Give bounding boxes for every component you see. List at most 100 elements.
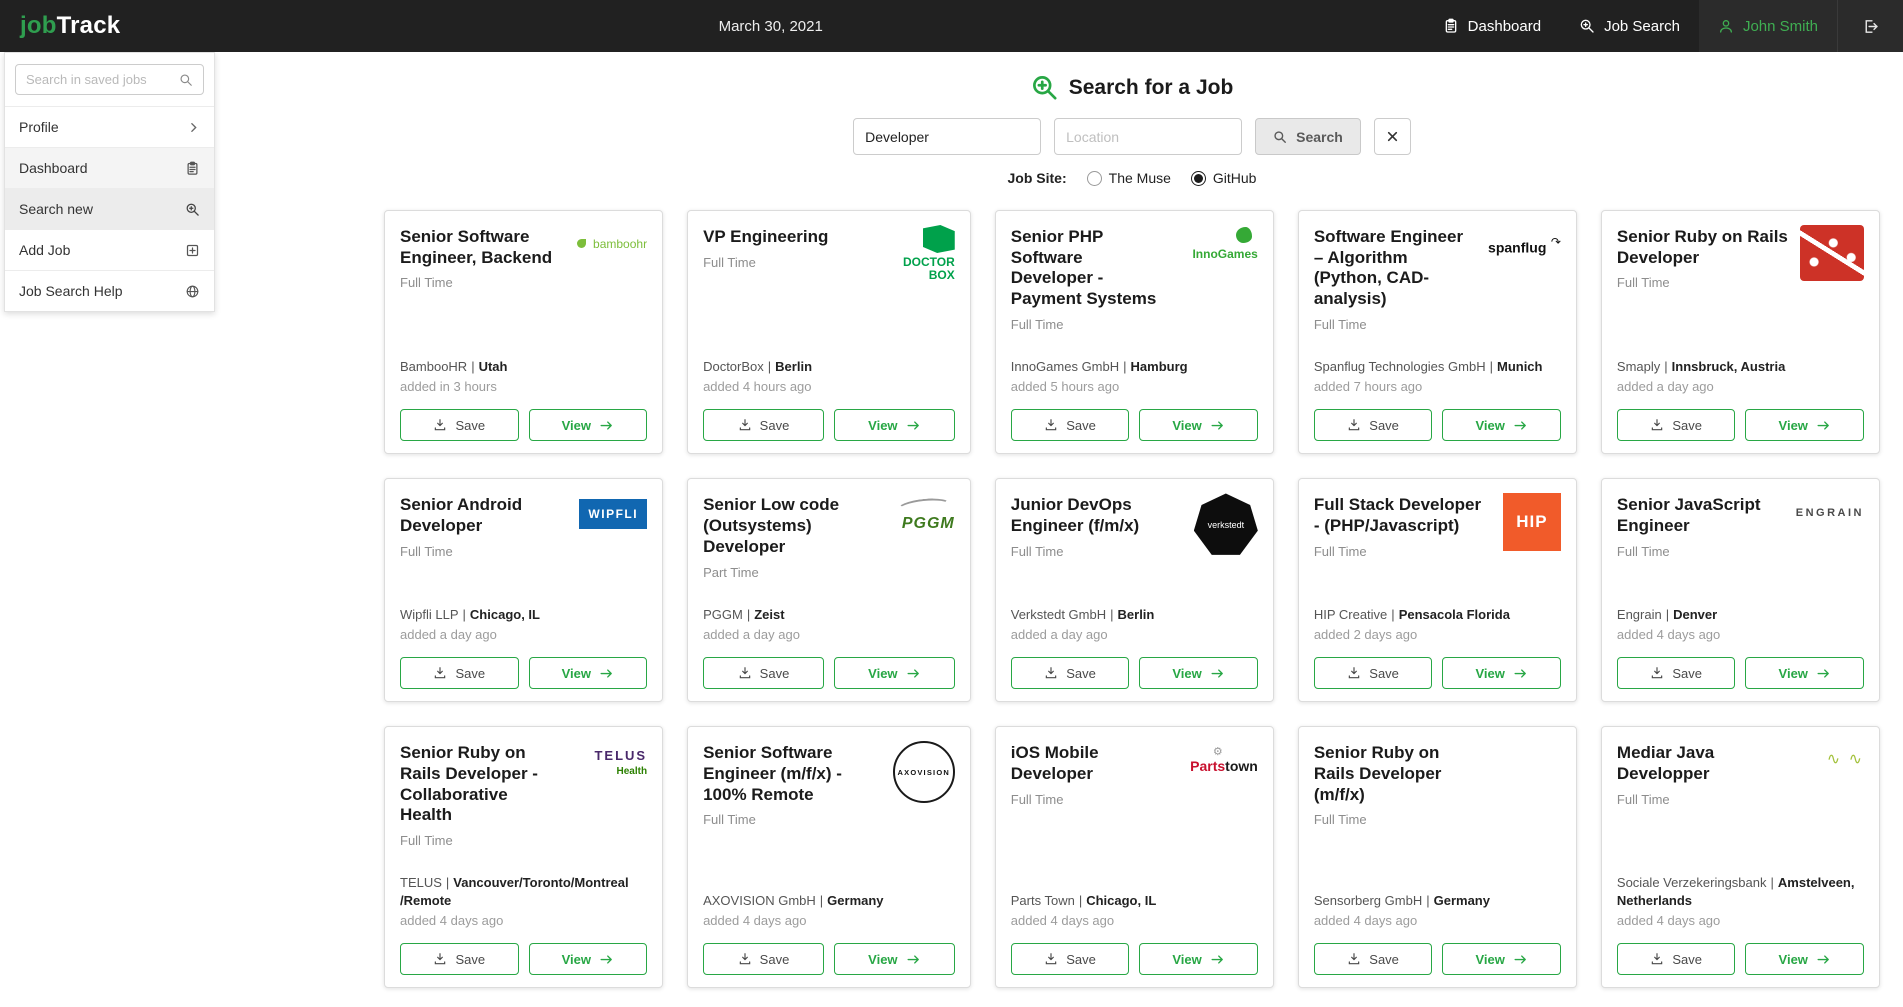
company-logo: verkstedt (1193, 493, 1258, 555)
nav-item-dashboard[interactable]: Dashboard (1424, 0, 1560, 52)
view-button[interactable]: View (1745, 943, 1864, 976)
search-plus-icon (1032, 76, 1057, 100)
job-type: Full Time (400, 543, 453, 559)
save-button[interactable]: Save (1313, 409, 1433, 442)
logout-button[interactable] (1837, 0, 1903, 52)
sidebar-item-label: Search new (19, 201, 93, 217)
save-button[interactable]: Save (1616, 409, 1736, 442)
save-button[interactable]: Save (400, 409, 519, 442)
keyword-input[interactable] (853, 118, 1042, 155)
view-button[interactable]: View (833, 943, 955, 976)
save-button[interactable]: Save (1313, 943, 1433, 976)
location-input[interactable] (1054, 118, 1243, 155)
separator: | (1078, 892, 1083, 908)
main-content: Search for a Job Search Job Site: The Mu… (384, 52, 1880, 1007)
save-button[interactable]: Save (400, 657, 519, 690)
save-button[interactable]: Save (703, 409, 824, 442)
sidebar-item-search-new[interactable]: Search new (5, 188, 214, 229)
job-company: Wipfli LLP (400, 606, 459, 622)
save-button[interactable]: Save (703, 943, 824, 976)
search-icon (180, 73, 192, 86)
save-button[interactable]: Save (1010, 409, 1130, 442)
view-button-label: View (1475, 417, 1505, 433)
job-company: HIP Creative (1313, 606, 1388, 622)
job-site-row: Job Site: The Muse GitHub (384, 170, 1880, 186)
view-button[interactable]: View (1745, 409, 1864, 442)
company-logo-text: Parts (1190, 758, 1226, 775)
job-company: InnoGames GmbH (1010, 358, 1120, 374)
view-button[interactable]: View (1442, 657, 1561, 690)
job-added: added 4 days ago (1313, 913, 1418, 929)
job-site-option-the-muse[interactable]: The Muse (1086, 170, 1171, 186)
job-added: added 4 days ago (1616, 913, 1721, 929)
job-meta: AXOVISION GmbH | Germany (703, 866, 955, 910)
save-button[interactable]: Save (1616, 657, 1736, 690)
arrow-right-icon (1211, 421, 1223, 430)
search-button[interactable]: Search (1255, 118, 1361, 155)
download-icon (1045, 419, 1057, 431)
job-added: added a day ago (400, 627, 497, 643)
nav-item-label: Job Search (1604, 17, 1680, 35)
download-icon (1349, 953, 1360, 965)
view-button[interactable]: View (833, 657, 955, 690)
page-title: Search for a Job (1068, 75, 1234, 99)
nav-item-job-search[interactable]: Job Search (1560, 0, 1699, 52)
save-button[interactable]: Save (703, 657, 824, 690)
radio-github[interactable] (1190, 170, 1206, 186)
close-icon (1387, 131, 1397, 142)
view-button[interactable]: View (1745, 657, 1864, 690)
job-type: Full Time (400, 275, 453, 291)
view-button-label: View (868, 951, 898, 967)
view-button[interactable]: View (833, 409, 955, 442)
job-site-label: Job Site: (1007, 170, 1067, 186)
sidebar-item-dashboard[interactable]: Dashboard (5, 147, 214, 188)
save-button[interactable]: Save (1313, 657, 1433, 690)
view-button[interactable]: View (1442, 409, 1561, 442)
search-header: Search for a Job (384, 74, 1880, 101)
company-logo-text: TELUS (594, 748, 648, 764)
company-logo-text: AXOVISION (897, 767, 950, 777)
save-button-label: Save (1066, 951, 1096, 967)
search-icon (1274, 130, 1287, 143)
nav-user[interactable]: John Smith (1698, 0, 1837, 52)
clear-search-button[interactable] (1373, 118, 1411, 155)
view-button[interactable]: View (528, 409, 648, 442)
app-logo[interactable]: job Track (0, 0, 140, 52)
separator: | (1664, 358, 1668, 374)
company-logo-text: PGGM (901, 515, 955, 533)
job-meta: InnoGames GmbH | Hamburg (1011, 332, 1258, 376)
arrow-right-icon (907, 421, 919, 430)
sidebar-item-job-search-help[interactable]: Job Search Help (5, 270, 214, 311)
job-title: Software Engineer – Algorithm (Python, C… (1313, 227, 1464, 309)
save-button-label: Save (759, 951, 790, 967)
saved-jobs-search-input[interactable] (26, 72, 173, 87)
save-button[interactable]: Save (1010, 657, 1130, 690)
save-button[interactable]: Save (1010, 943, 1130, 976)
sidebar-item-label: Add Job (19, 242, 71, 258)
job-site-option-github[interactable]: GitHub (1190, 170, 1256, 186)
sidebar: Profile Dashboard Search new Add Job Job… (4, 52, 215, 312)
job-company: Smaply (1616, 358, 1661, 374)
view-button[interactable]: View (1139, 657, 1258, 690)
sidebar-item-profile[interactable]: Profile (5, 106, 214, 147)
save-button[interactable]: Save (1616, 943, 1736, 976)
job-meta: Sociale Verzekeringsbank | Amstelveen, Net… (1617, 848, 1864, 909)
sidebar-item-add-job[interactable]: Add Job (5, 229, 214, 270)
job-location: Germany (1433, 892, 1490, 908)
separator: | (1110, 606, 1114, 622)
view-button[interactable]: View (1139, 409, 1258, 442)
separator: | (1489, 358, 1493, 374)
job-location: Zeist (754, 606, 785, 622)
view-button[interactable]: View (1139, 943, 1258, 976)
company-logo: bamboohr (567, 225, 647, 290)
job-meta: TELUS | Vancouver/Toronto/Montreal /Remote (400, 848, 647, 909)
chevron-right-icon (191, 122, 197, 132)
view-button[interactable]: View (528, 943, 648, 976)
view-button[interactable]: View (528, 657, 648, 690)
job-location: Innsbruck, Austria (1671, 358, 1786, 374)
radio-the-muse[interactable] (1086, 170, 1102, 186)
save-button-label: Save (1066, 665, 1096, 681)
view-button[interactable]: View (1442, 943, 1561, 976)
save-button[interactable]: Save (400, 943, 519, 976)
job-title: iOS Mobile Developer (1010, 743, 1099, 783)
